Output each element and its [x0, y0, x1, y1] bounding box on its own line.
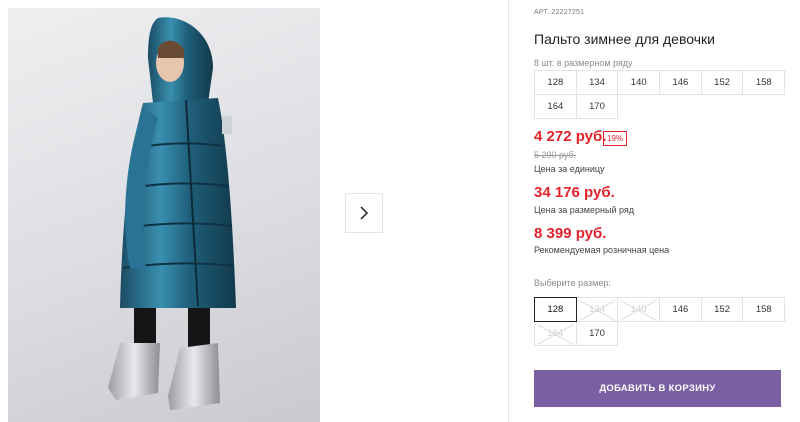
size-row-note: 8 шт. в размерном ряду [534, 58, 633, 68]
size-option[interactable]: 170 [575, 321, 619, 346]
size-row-cell: 164 [534, 94, 577, 119]
size-row-grid: 128 134 140 146 152 158 164 170 [534, 70, 786, 119]
size-option[interactable]: 152 [700, 297, 744, 322]
size-option-disabled: 140 [617, 297, 661, 322]
unit-price-caption: Цена за единицу [534, 164, 605, 174]
size-option[interactable]: 146 [659, 297, 702, 322]
discount-badge: 19% [603, 131, 628, 146]
product-gallery [0, 0, 400, 422]
size-option[interactable]: 158 [742, 297, 786, 322]
retail-price-caption: Рекомендуемая розничная цена [534, 245, 670, 255]
size-option[interactable]: 128 [534, 297, 577, 322]
size-option-disabled: 164 [534, 321, 577, 346]
choose-size-label: Выберите размер: [534, 278, 611, 288]
unit-price: 4 272 руб. [534, 128, 607, 145]
article-number: АРТ. 22227251 [534, 9, 585, 16]
size-row-cell: 134 [575, 70, 619, 95]
old-price: 5 290 руб. [534, 150, 577, 160]
retail-price: 8 399 руб. [534, 225, 607, 242]
row-price: 34 176 руб. [534, 184, 615, 201]
size-option-disabled: 134 [575, 297, 619, 322]
product-title: Пальто зимнее для девочки [534, 31, 715, 47]
next-image-button[interactable] [345, 193, 383, 233]
size-row-cell: 128 [534, 70, 577, 95]
panel-divider [508, 0, 509, 422]
size-row-cell: 158 [742, 70, 786, 95]
product-info: АРТ. 22227251 Пальто зимнее для девочки … [534, 0, 786, 422]
coat-illustration [108, 17, 236, 410]
chevron-right-icon [360, 206, 369, 220]
size-row-cell: 140 [617, 70, 661, 95]
add-to-cart-button[interactable]: ДОБАВИТЬ В КОРЗИНУ [534, 370, 781, 407]
size-row-cell: 170 [575, 94, 619, 119]
product-photo [8, 8, 320, 422]
size-row-cell: 146 [659, 70, 702, 95]
size-row-cell: 152 [700, 70, 744, 95]
row-price-caption: Цена за размерный ряд [534, 205, 635, 215]
size-selector: 128 134 140 146 152 158 164 170 [534, 297, 786, 346]
